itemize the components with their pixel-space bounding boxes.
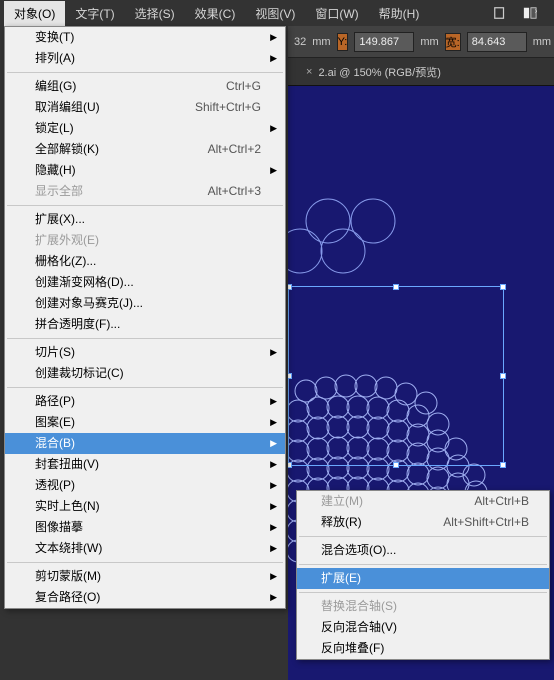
menu-slice[interactable]: 切片(S)▶	[5, 342, 285, 363]
menu-mosaic[interactable]: 创建对象马赛克(J)...	[5, 293, 285, 314]
menu-help[interactable]: 帮助(H)	[369, 1, 430, 26]
menu-group[interactable]: 编组(G)Ctrl+G	[5, 76, 285, 97]
submenu-release[interactable]: 释放(R)Alt+Shift+Ctrl+B	[297, 512, 549, 533]
menu-separator	[7, 562, 283, 563]
submenu-arrow-icon: ▶	[270, 51, 277, 66]
menu-text-wrap[interactable]: 文本绕排(W)▶	[5, 538, 285, 559]
blend-submenu: 建立(M)Alt+Ctrl+B 释放(R)Alt+Shift+Ctrl+B 混合…	[296, 490, 550, 660]
submenu-arrow-icon: ▶	[270, 520, 277, 535]
submenu-arrow-icon: ▶	[270, 394, 277, 409]
options-toolbar: 32 mm Y: mm 宽: mm	[288, 26, 554, 58]
menu-gradient-mesh[interactable]: 创建渐变网格(D)...	[5, 272, 285, 293]
submenu-arrow-icon: ▶	[270, 345, 277, 360]
submenu-arrow-icon: ▶	[270, 415, 277, 430]
submenu-arrow-icon: ▶	[270, 541, 277, 556]
menu-window[interactable]: 窗口(W)	[305, 1, 368, 26]
menu-perspective[interactable]: 透视(P)▶	[5, 475, 285, 496]
menu-arrange[interactable]: 排列(A)▶	[5, 48, 285, 69]
menu-flatten[interactable]: 拼合透明度(F)...	[5, 314, 285, 335]
menu-bar-right-icons	[492, 6, 550, 20]
submenu-reverse-spine[interactable]: 反向混合轴(V)	[297, 617, 549, 638]
submenu-arrow-icon: ▶	[270, 457, 277, 472]
submenu-arrow-icon: ▶	[270, 499, 277, 514]
menu-pattern[interactable]: 图案(E)▶	[5, 412, 285, 433]
value-prefix: 32	[294, 36, 306, 48]
submenu-reverse-front[interactable]: 反向堆叠(F)	[297, 638, 549, 659]
menu-blend[interactable]: 混合(B)▶	[5, 433, 285, 454]
tab-close-icon[interactable]: ×	[306, 66, 312, 78]
y-chip[interactable]: Y:	[337, 33, 349, 51]
menu-bar: 对象(O) 文字(T) 选择(S) 效果(C) 视图(V) 窗口(W) 帮助(H…	[0, 0, 554, 26]
unit-mm-3: mm	[533, 36, 551, 48]
width-chip[interactable]: 宽:	[445, 33, 461, 51]
submenu-arrow-icon: ▶	[270, 121, 277, 136]
menu-type[interactable]: 文字(T)	[65, 1, 124, 26]
document-tab-strip: × 2.ai @ 150% (RGB/预览)	[288, 58, 554, 86]
arrange-docs-icon[interactable]	[522, 6, 538, 20]
menu-transform[interactable]: 变换(T)▶	[5, 27, 285, 48]
width-input[interactable]	[467, 32, 527, 52]
submenu-arrow-icon: ▶	[270, 590, 277, 605]
menu-path[interactable]: 路径(P)▶	[5, 391, 285, 412]
submenu-replace-spine: 替换混合轴(S)	[297, 596, 549, 617]
submenu-arrow-icon: ▶	[270, 478, 277, 493]
submenu-expand[interactable]: 扩展(E)	[297, 568, 549, 589]
menu-show-all: 显示全部Alt+Ctrl+3	[5, 181, 285, 202]
submenu-arrow-icon: ▶	[270, 30, 277, 45]
menu-unlock-all[interactable]: 全部解锁(K)Alt+Ctrl+2	[5, 139, 285, 160]
menu-object[interactable]: 对象(O)	[4, 1, 65, 26]
menu-ungroup[interactable]: 取消编组(U)Shift+Ctrl+G	[5, 97, 285, 118]
menu-view[interactable]: 视图(V)	[245, 1, 305, 26]
y-input[interactable]	[354, 32, 414, 52]
object-menu-dropdown: 变换(T)▶ 排列(A)▶ 编组(G)Ctrl+G 取消编组(U)Shift+C…	[4, 26, 286, 609]
submenu-arrow-icon: ▶	[270, 436, 277, 451]
menu-effect[interactable]: 效果(C)	[185, 1, 246, 26]
submenu-blend-options[interactable]: 混合选项(O)...	[297, 540, 549, 561]
menu-rasterize[interactable]: 栅格化(Z)...	[5, 251, 285, 272]
menu-select[interactable]: 选择(S)	[125, 1, 185, 26]
tab-label: 2.ai @ 150% (RGB/预览)	[318, 64, 440, 80]
submenu-make: 建立(M)Alt+Ctrl+B	[297, 491, 549, 512]
submenu-arrow-icon: ▶	[270, 163, 277, 178]
submenu-arrow-icon: ▶	[270, 569, 277, 584]
unit-mm: mm	[312, 36, 330, 48]
menu-image-trace[interactable]: 图像描摹▶	[5, 517, 285, 538]
menu-separator	[7, 205, 283, 206]
menu-separator	[7, 338, 283, 339]
doc-icon[interactable]	[492, 6, 508, 20]
menu-separator	[299, 536, 547, 537]
menu-separator	[299, 592, 547, 593]
menu-expand-appearance: 扩展外观(E)	[5, 230, 285, 251]
menu-lock[interactable]: 锁定(L)▶	[5, 118, 285, 139]
menu-separator	[7, 72, 283, 73]
menu-live-paint[interactable]: 实时上色(N)▶	[5, 496, 285, 517]
selection-bounding-box[interactable]	[288, 286, 504, 466]
menu-separator	[7, 387, 283, 388]
menu-separator	[299, 564, 547, 565]
menu-hide[interactable]: 隐藏(H)▶	[5, 160, 285, 181]
menu-clipping-mask[interactable]: 剪切蒙版(M)▶	[5, 566, 285, 587]
menu-envelope[interactable]: 封套扭曲(V)▶	[5, 454, 285, 475]
document-tab[interactable]: × 2.ai @ 150% (RGB/预览)	[298, 60, 449, 84]
menu-crop-marks[interactable]: 创建裁切标记(C)	[5, 363, 285, 384]
menu-expand[interactable]: 扩展(X)...	[5, 209, 285, 230]
unit-mm-2: mm	[420, 36, 438, 48]
menu-compound-path[interactable]: 复合路径(O)▶	[5, 587, 285, 608]
